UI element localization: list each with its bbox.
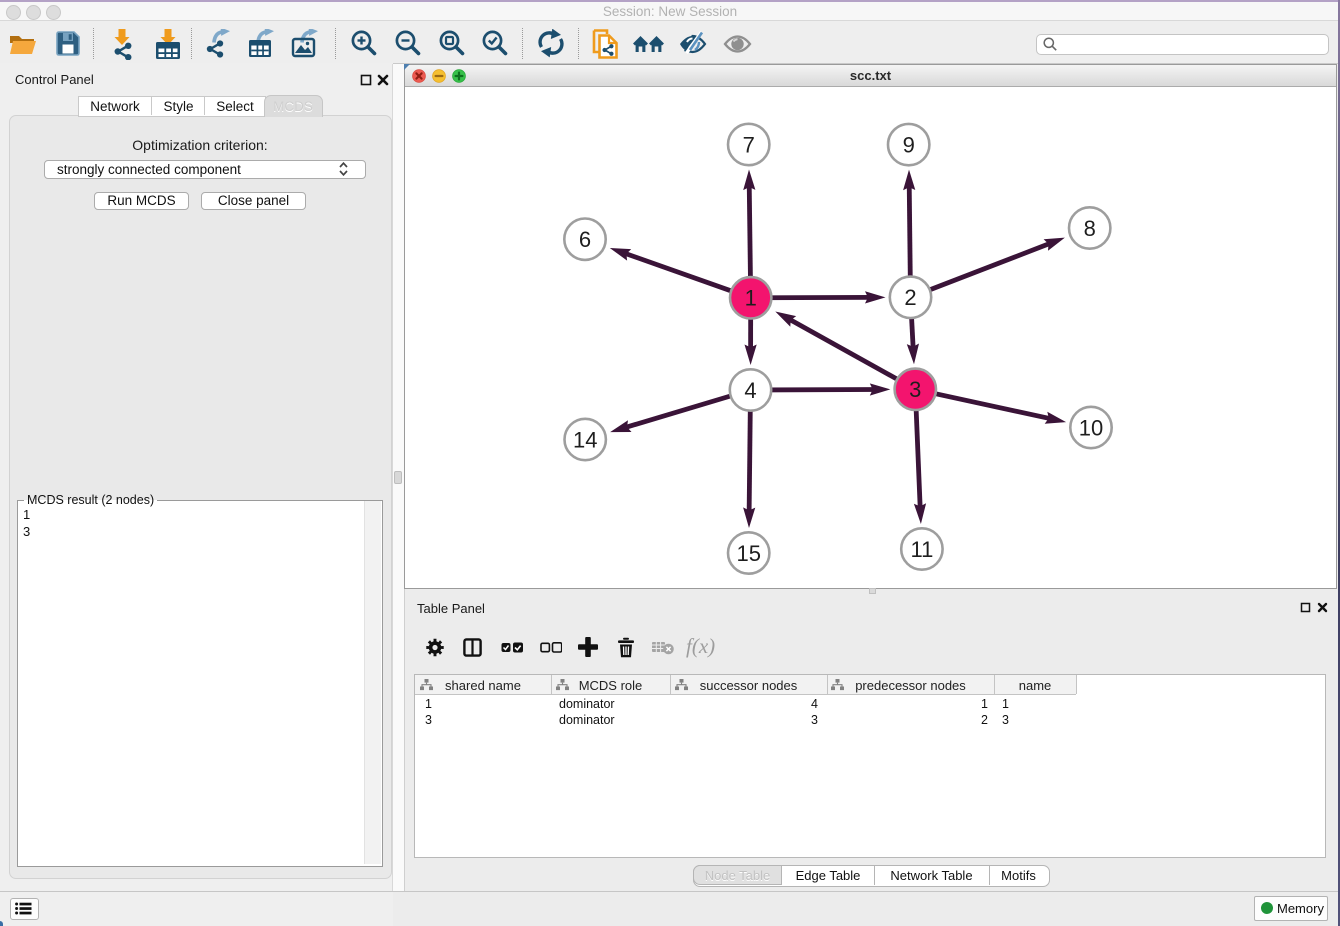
svg-text:11: 11 bbox=[910, 537, 933, 562]
svg-text:7: 7 bbox=[743, 132, 755, 157]
svg-text:8: 8 bbox=[1084, 216, 1096, 241]
svg-text:6: 6 bbox=[579, 227, 591, 252]
svg-text:10: 10 bbox=[1079, 415, 1103, 440]
svg-text:14: 14 bbox=[573, 427, 597, 452]
svg-text:15: 15 bbox=[736, 541, 760, 566]
svg-text:1: 1 bbox=[745, 286, 757, 311]
svg-text:2: 2 bbox=[904, 285, 916, 310]
svg-text:3: 3 bbox=[909, 377, 921, 402]
svg-text:9: 9 bbox=[903, 133, 915, 158]
svg-text:4: 4 bbox=[744, 378, 756, 403]
